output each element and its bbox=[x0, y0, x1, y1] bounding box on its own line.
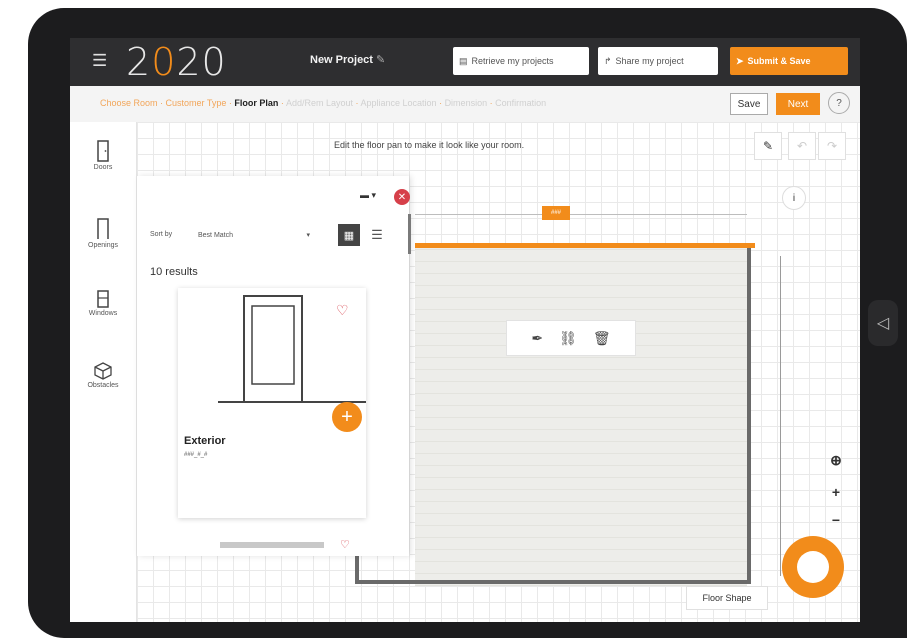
unlink-icon[interactable]: ⛓ bbox=[559, 330, 577, 347]
zoom-in-icon[interactable]: + bbox=[828, 484, 844, 500]
breadcrumb-step-dimension: Dimension bbox=[444, 98, 488, 108]
toolbar-label-doors: Doors bbox=[93, 164, 113, 171]
edit-pencil-icon: ✎ bbox=[376, 54, 386, 66]
opening-icon bbox=[97, 218, 109, 239]
edit-pen-icon[interactable]: ✒ bbox=[531, 330, 543, 347]
top-dimension-line bbox=[415, 214, 747, 215]
left-toolbar: Doors Openings Windows Obstacles bbox=[70, 122, 137, 622]
room-floor[interactable] bbox=[415, 246, 747, 586]
toolbar-label-obstacles: Obstacles bbox=[87, 382, 119, 389]
retrieve-label: Retrieve my projects bbox=[471, 56, 554, 66]
breadcrumb-step-choose-room[interactable]: Choose Room bbox=[100, 98, 158, 108]
next-button[interactable]: Next bbox=[776, 93, 820, 115]
room-edit-toolbar: ✒ ⛓ 🗑 bbox=[506, 320, 636, 356]
right-wall[interactable] bbox=[747, 248, 751, 580]
share-label: Share my project bbox=[615, 56, 684, 66]
share-arrow-icon: ↱ bbox=[604, 55, 612, 66]
sort-label: Sort by bbox=[150, 231, 173, 238]
help-button[interactable]: ? bbox=[828, 92, 850, 114]
close-icon[interactable]: ✕ bbox=[394, 189, 410, 205]
door-icon bbox=[97, 140, 109, 162]
grid-view-icon[interactable]: ▦ bbox=[338, 224, 360, 246]
next-card-preview bbox=[220, 542, 324, 548]
results-count: 10 results bbox=[150, 266, 198, 278]
share-project-button[interactable]: ↱ Share my project bbox=[598, 47, 718, 75]
zoom-out-icon[interactable]: − bbox=[828, 512, 844, 528]
toolbar-label-windows: Windows bbox=[88, 310, 118, 317]
sort-select[interactable]: Best Match ▾ bbox=[194, 225, 314, 245]
bottom-wall[interactable] bbox=[355, 580, 751, 584]
panel-collapse-icon[interactable]: ▬ ▾ bbox=[360, 190, 376, 201]
app-header: ☰ 2020 New Project ✎ ▤ Retrieve my proje… bbox=[70, 38, 860, 86]
logo: 2020 bbox=[126, 40, 227, 84]
add-item-button[interactable]: + bbox=[332, 402, 362, 432]
retrieve-projects-button[interactable]: ▤ Retrieve my projects bbox=[453, 47, 589, 75]
product-title: Exterior bbox=[184, 435, 226, 447]
recenter-icon[interactable]: ⊕ bbox=[828, 452, 844, 469]
breadcrumb-step-floor-plan[interactable]: Floor Plan bbox=[234, 98, 278, 108]
window-icon bbox=[97, 290, 109, 308]
selected-wall[interactable] bbox=[415, 243, 755, 248]
submit-save-button[interactable]: ➤ Submit & Save bbox=[730, 47, 848, 75]
breadcrumb-step-confirmation: Confirmation bbox=[495, 98, 547, 108]
breadcrumb-step-customer-type[interactable]: Customer Type bbox=[166, 98, 227, 108]
panel-scrollbar[interactable] bbox=[408, 214, 411, 254]
favorite-heart-icon-2[interactable]: ♡ bbox=[340, 538, 350, 551]
project-name[interactable]: New Project ✎ bbox=[310, 53, 385, 66]
submit-label: Submit & Save bbox=[747, 56, 811, 66]
favorite-heart-icon[interactable]: ♡ bbox=[336, 302, 349, 319]
product-card[interactable] bbox=[178, 288, 366, 518]
pencil-tool-icon[interactable]: ✎ bbox=[754, 132, 782, 160]
redo-icon[interactable]: ↷ bbox=[818, 132, 846, 160]
send-icon: ➤ bbox=[736, 55, 744, 66]
info-button[interactable]: i bbox=[782, 186, 806, 210]
menu-icon[interactable]: ☰ bbox=[92, 51, 107, 71]
dimension-label: ### bbox=[542, 206, 570, 220]
breadcrumb-step-appliance: Appliance Location bbox=[360, 98, 437, 108]
app-screen: ☰ 2020 New Project ✎ ▤ Retrieve my proje… bbox=[70, 38, 860, 622]
breadcrumb-step-layout: Add/Rem Layout bbox=[285, 98, 353, 108]
home-button-icon: ◁ bbox=[868, 300, 898, 346]
document-icon: ▤ bbox=[459, 55, 468, 66]
chat-bubble-icon bbox=[797, 551, 829, 583]
toolbar-item-obstacles[interactable]: Obstacles bbox=[70, 362, 136, 389]
save-button[interactable]: Save bbox=[730, 93, 768, 115]
chevron-down-icon: ▾ bbox=[306, 232, 310, 239]
product-code: ###_#_# bbox=[184, 452, 208, 458]
chat-button[interactable] bbox=[782, 536, 844, 598]
right-dimension-line bbox=[780, 256, 781, 576]
obstacle-icon bbox=[94, 362, 112, 380]
project-name-label: New Project bbox=[310, 54, 373, 66]
breadcrumb-bar: Choose Room · Customer Type · Floor Plan… bbox=[70, 86, 860, 123]
toolbar-item-doors[interactable]: Doors bbox=[70, 140, 136, 171]
toolbar-item-openings[interactable]: Openings bbox=[70, 216, 136, 249]
canvas-instruction: Edit the floor pan to make it look like … bbox=[334, 140, 525, 150]
toolbar-item-windows[interactable]: Windows bbox=[70, 290, 136, 317]
toolbar-label-openings: Openings bbox=[88, 242, 118, 249]
trash-icon[interactable]: 🗑 bbox=[593, 330, 611, 347]
floor-shape-button[interactable]: Floor Shape bbox=[686, 586, 768, 610]
undo-icon[interactable]: ↶ bbox=[788, 132, 816, 160]
list-view-icon[interactable]: ☰ bbox=[366, 224, 388, 246]
sort-value: Best Match bbox=[198, 231, 234, 239]
breadcrumb: Choose Room · Customer Type · Floor Plan… bbox=[100, 98, 547, 108]
